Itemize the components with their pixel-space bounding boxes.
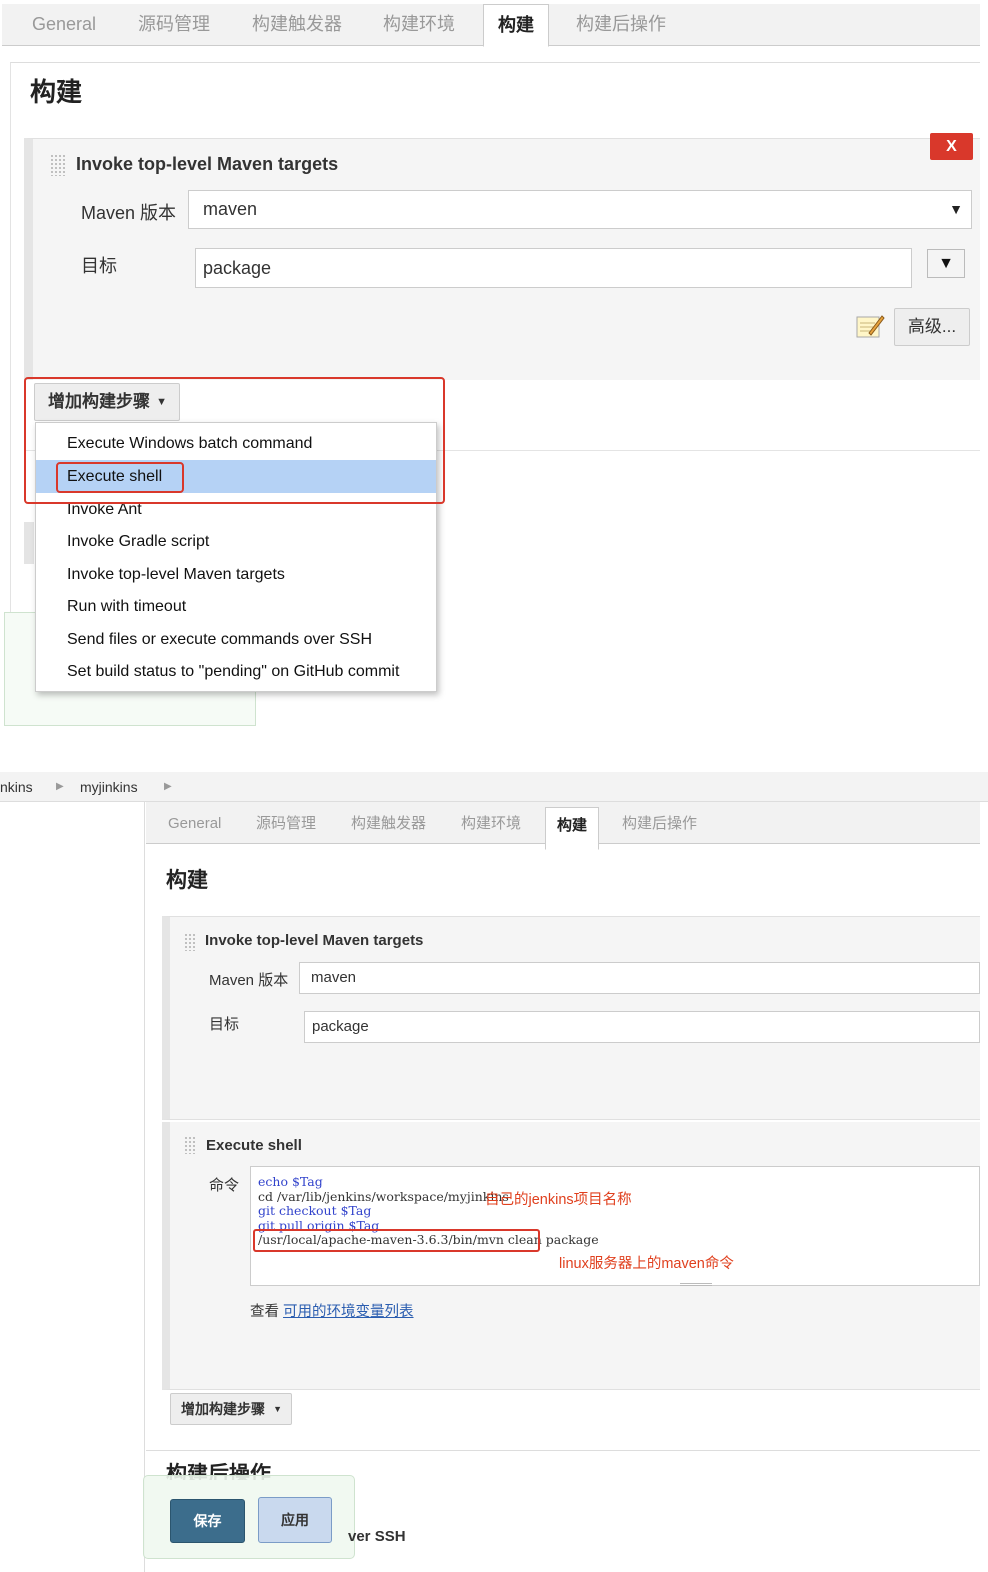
maven-version-label: Maven 版本 xyxy=(209,972,289,989)
highlight-box-maven-path xyxy=(253,1229,540,1252)
goals-input[interactable]: package xyxy=(195,248,912,288)
add-build-step-button[interactable]: 增加构建步骤 ▼ xyxy=(170,1393,292,1425)
menu-item-gradle[interactable]: Invoke Gradle script xyxy=(36,525,436,558)
command-label: 命令 xyxy=(209,1177,240,1194)
tab-scm[interactable]: 源码管理 xyxy=(256,802,316,844)
breadcrumb-item[interactable]: myjinkins xyxy=(80,772,138,802)
chevron-right-icon: ▶ xyxy=(56,781,64,792)
tab-build-env[interactable]: 构建环境 xyxy=(461,802,521,844)
step-title: Execute shell xyxy=(206,1137,302,1154)
advanced-button[interactable]: 高级... xyxy=(894,308,970,346)
divider xyxy=(24,522,34,564)
side-panel xyxy=(0,802,145,1572)
tab-triggers[interactable]: 构建触发器 xyxy=(252,4,342,46)
tab-build-env[interactable]: 构建环境 xyxy=(383,4,455,46)
chevron-down-icon: ▼ xyxy=(949,201,963,217)
drag-handle-icon[interactable] xyxy=(184,933,197,951)
delete-step-button[interactable]: X xyxy=(930,133,973,160)
partial-step-title: ver SSH xyxy=(348,1528,406,1545)
config-tabs: General 源码管理 构建触发器 构建环境 构建 构建后操作 xyxy=(2,4,980,47)
panel-bottom: nkins ▶ myjinkins ▶ General 源码管理 构建触发器 构… xyxy=(0,772,988,1572)
tab-post-build[interactable]: 构建后操作 xyxy=(576,4,666,46)
tab-general[interactable]: General xyxy=(168,802,221,844)
drag-handle-icon[interactable] xyxy=(184,1136,197,1154)
menu-item-ssh[interactable]: Send files or execute commands over SSH xyxy=(36,623,436,656)
maven-version-select[interactable]: maven xyxy=(299,962,980,994)
highlight-box-execute-shell xyxy=(56,462,184,493)
annotation-project-name: 自己的jenkins项目名称 xyxy=(485,1192,632,1208)
resize-handle[interactable] xyxy=(680,1283,712,1286)
expand-goals-button[interactable]: ▼ xyxy=(927,249,965,278)
help-prefix: 查看 xyxy=(250,1304,279,1320)
goals-input[interactable]: package xyxy=(304,1011,980,1043)
tab-build[interactable]: 构建 xyxy=(545,807,600,850)
drag-handle-icon[interactable] xyxy=(50,154,66,176)
command-text: git checkout $Tag xyxy=(258,1203,372,1218)
annotation-maven-command: linux服务器上的maven命令 xyxy=(559,1256,734,1272)
section-title: 构建 xyxy=(166,869,208,892)
tab-general[interactable]: General xyxy=(32,4,96,46)
step-title: Invoke top-level Maven targets xyxy=(76,154,339,174)
maven-version-label: Maven 版本 xyxy=(81,203,177,223)
divider xyxy=(146,1450,980,1451)
goals-label: 目标 xyxy=(209,1016,240,1033)
command-text: echo $Tag xyxy=(258,1174,323,1189)
tab-scm[interactable]: 源码管理 xyxy=(138,4,210,46)
section-title: 构建 xyxy=(30,77,83,107)
env-help: 查看 可用的环境变量列表 xyxy=(250,1300,414,1321)
notepad-icon[interactable] xyxy=(855,311,885,341)
menu-item-maven[interactable]: Invoke top-level Maven targets xyxy=(36,558,436,591)
env-vars-link[interactable]: 可用的环境变量列表 xyxy=(283,1304,414,1320)
tab-build[interactable]: 构建 xyxy=(483,4,549,47)
tab-triggers[interactable]: 构建触发器 xyxy=(351,802,426,844)
tab-post-build[interactable]: 构建后操作 xyxy=(622,802,697,844)
step-title: Invoke top-level Maven targets xyxy=(205,932,424,949)
panel-top: General 源码管理 构建触发器 构建环境 构建 构建后操作 构建 X In… xyxy=(0,0,988,728)
config-tabs: General 源码管理 构建触发器 构建环境 构建 构建后操作 xyxy=(146,802,980,850)
breadcrumb: nkins ▶ myjinkins ▶ xyxy=(0,772,988,802)
goals-label: 目标 xyxy=(81,256,117,276)
apply-button[interactable]: 应用 xyxy=(258,1497,332,1543)
caret-down-icon: ▼ xyxy=(273,1404,282,1414)
maven-version-value: maven xyxy=(203,199,258,219)
menu-item-timeout[interactable]: Run with timeout xyxy=(36,590,436,623)
breadcrumb-item[interactable]: nkins xyxy=(0,772,33,802)
add-build-step-label: 增加构建步骤 xyxy=(181,1401,265,1417)
save-button[interactable]: 保存 xyxy=(170,1499,245,1543)
maven-version-select[interactable]: maven ▼ xyxy=(188,190,972,229)
chevron-right-icon: ▶ xyxy=(164,781,172,792)
menu-item-github-status[interactable]: Set build status to "pending" on GitHub … xyxy=(36,655,436,688)
